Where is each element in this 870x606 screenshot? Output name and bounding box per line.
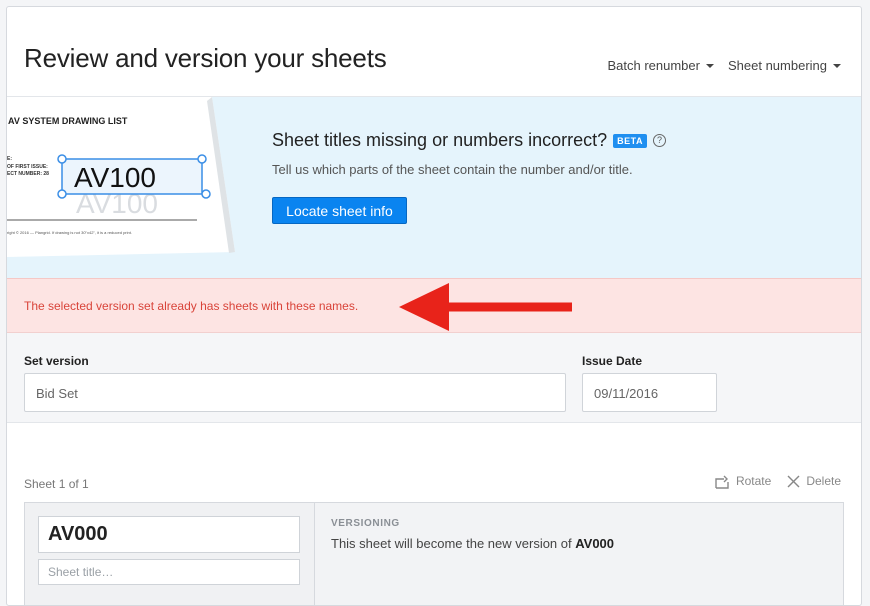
- rotate-label: Rotate: [735, 474, 772, 488]
- sheet-row: AV000 Sheet title… VERSIONING This sheet…: [24, 502, 844, 605]
- sheet-illustration: AV SYSTEM DRAWING LIST E: OF FIRST ISSUE…: [7, 97, 235, 257]
- delete-button[interactable]: Delete: [787, 473, 841, 489]
- header: Review and version your sheets Batch ren…: [7, 7, 861, 97]
- versioning-target: AV000: [575, 536, 615, 551]
- issue-date-label: Issue Date: [582, 354, 643, 368]
- page-title: Review and version your sheets: [24, 43, 387, 73]
- batch-renumber-dropdown[interactable]: Batch renumber: [607, 58, 714, 73]
- sheet-number-input[interactable]: AV000: [38, 516, 300, 553]
- review-sheets-panel: Review and version your sheets Batch ren…: [6, 6, 862, 606]
- beta-badge: BETA: [613, 133, 647, 148]
- locate-info-banner: AV SYSTEM DRAWING LIST E: OF FIRST ISSUE…: [7, 97, 861, 278]
- set-version-label: Set version: [24, 354, 89, 368]
- sheet-numbering-label: Sheet numbering: [727, 58, 827, 73]
- rotate-icon: [715, 475, 729, 489]
- error-bar: The selected version set already has she…: [7, 278, 861, 333]
- illustration-number: AV100: [74, 162, 156, 193]
- sheet-fields: AV000 Sheet title…: [25, 503, 315, 605]
- versioning-label: VERSIONING: [331, 518, 400, 529]
- sheet-numbering-dropdown[interactable]: Sheet numbering: [728, 58, 841, 73]
- versioning-sentence: This sheet will become the new version o…: [331, 536, 576, 551]
- svg-text:OF FIRST ISSUE:: OF FIRST ISSUE:: [7, 164, 48, 170]
- sheet-count: Sheet 1 of 1: [24, 477, 89, 491]
- chevron-down-icon: [833, 63, 841, 68]
- delete-label: Delete: [806, 474, 841, 488]
- error-message: The selected version set already has she…: [24, 299, 359, 313]
- version-form: Set version Bid Set Issue Date 09/11/201…: [7, 333, 861, 423]
- versioning-text: This sheet will become the new version o…: [331, 536, 614, 551]
- close-icon: [787, 475, 800, 487]
- banner-title: Sheet titles missing or numbers incorrec…: [272, 130, 608, 150]
- red-arrow-icon: [399, 283, 572, 331]
- banner-heading: Sheet titles missing or numbers incorrec…: [272, 130, 666, 151]
- issue-date-input[interactable]: 09/11/2016: [582, 373, 717, 412]
- sheet-actions: Rotate Delete: [714, 473, 841, 489]
- rotate-button[interactable]: Rotate: [714, 473, 771, 489]
- help-icon[interactable]: ?: [652, 134, 666, 147]
- chevron-down-icon: [705, 63, 714, 68]
- svg-text:E:: E:: [7, 156, 12, 162]
- svg-text:ECT NUMBER: 28: ECT NUMBER: 28: [7, 171, 49, 177]
- set-version-input[interactable]: Bid Set: [24, 373, 566, 412]
- illustration-caption: AV SYSTEM DRAWING LIST: [8, 116, 128, 126]
- header-actions: Batch renumber Sheet numbering: [607, 58, 841, 73]
- batch-renumber-label: Batch renumber: [607, 58, 700, 73]
- svg-text:right © 2016 — Plangrid. If dr: right © 2016 — Plangrid. If drawing is n…: [7, 230, 132, 235]
- locate-sheet-info-button[interactable]: Locate sheet info: [272, 197, 407, 224]
- sheet-title-input[interactable]: Sheet title…: [38, 559, 300, 585]
- banner-description: Tell us which parts of the sheet contain…: [272, 162, 633, 177]
